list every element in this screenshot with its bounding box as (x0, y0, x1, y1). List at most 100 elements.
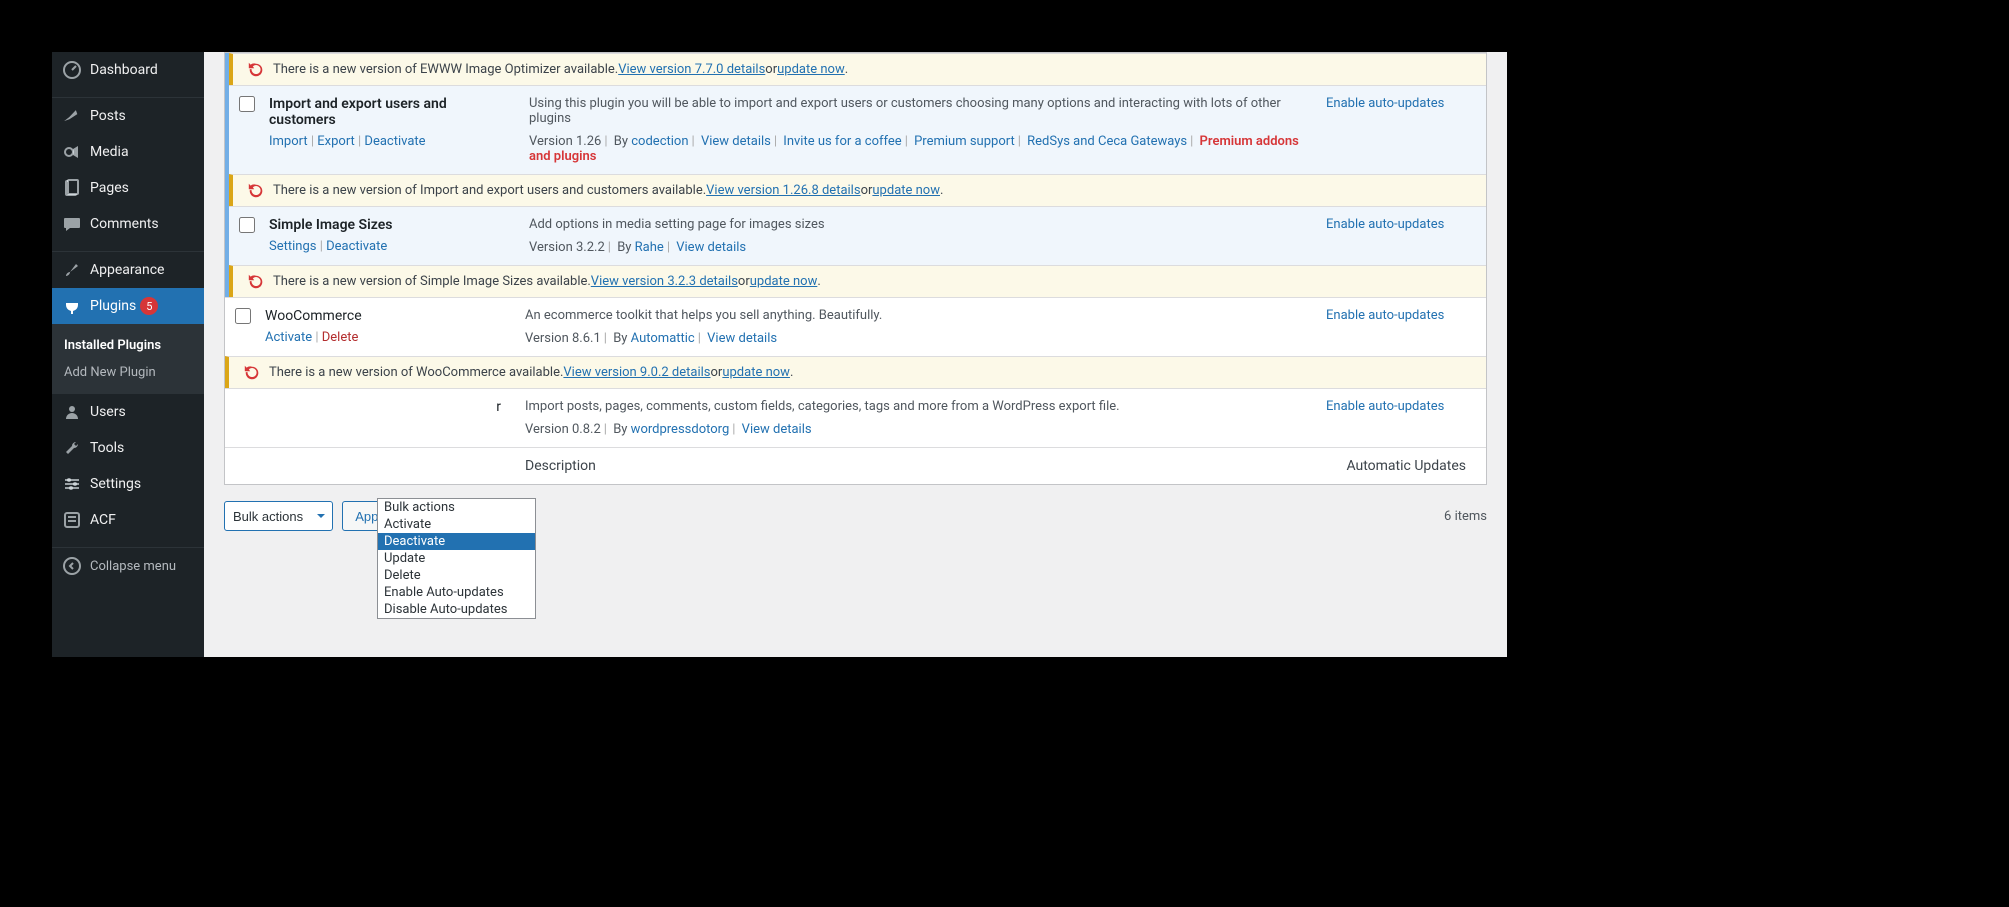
sidebar-item-appearance[interactable]: Appearance (52, 252, 204, 288)
sidebar-label: Users (90, 404, 126, 420)
plugin-link[interactable]: RedSys and Ceca Gateways (1027, 134, 1187, 149)
plugin-row-group: Simple Image Sizes Settings | Deactivate… (225, 206, 1486, 297)
plugin-action-delete[interactable]: Delete (322, 330, 359, 345)
sidebar-item-plugins[interactable]: Plugins 5 (52, 288, 204, 324)
sidebar-label: Tools (90, 440, 124, 456)
plugin-row: r Import posts, pages, comments, custom … (225, 388, 1486, 447)
plugin-checkbox[interactable] (239, 96, 255, 112)
column-auto-updates: Automatic Updates (1316, 448, 1486, 484)
plugin-action-deactivate[interactable]: Deactivate (326, 239, 387, 254)
comment-icon (62, 214, 82, 234)
update-or: or (711, 365, 723, 380)
page-icon (62, 178, 82, 198)
items-count: 6 items (1444, 509, 1487, 524)
sidebar-item-dashboard[interactable]: Dashboard (52, 52, 204, 88)
bulk-actions-select[interactable]: Bulk actions (224, 501, 333, 531)
submenu-add-new-plugin[interactable]: Add New Plugin (52, 359, 204, 386)
update-version-link[interactable]: View version 9.0.2 details (563, 365, 710, 380)
pin-icon (62, 106, 82, 126)
plugin-action-settings[interactable]: Settings (269, 239, 316, 254)
plugin-link[interactable]: View details (707, 331, 777, 346)
sidebar-collapse[interactable]: Collapse menu (52, 548, 204, 584)
update-notice: There is a new version of EWWW Image Opt… (229, 53, 1486, 85)
plugin-row: Import and export users and customers Im… (229, 85, 1486, 174)
sidebar-label: Pages (90, 180, 129, 196)
plugin-author[interactable]: codection (631, 134, 688, 149)
dropdown-option[interactable]: Enable Auto-updates (378, 584, 535, 601)
plugin-row-group: Import and export users and customers Im… (225, 85, 1486, 206)
plugin-link[interactable]: Premium support (914, 134, 1015, 149)
sidebar-label: Dashboard (90, 62, 158, 78)
dropdown-option[interactable]: Activate (378, 516, 535, 533)
plugin-checkbox[interactable] (235, 308, 251, 324)
dropdown-option[interactable]: Disable Auto-updates (378, 601, 535, 618)
update-text: There is a new version of Simple Image S… (273, 274, 591, 289)
dashboard-icon (62, 60, 82, 80)
plugin-row-group: r Import posts, pages, comments, custom … (225, 388, 1486, 447)
update-now-link[interactable]: update now (722, 365, 790, 380)
update-now-link[interactable]: update now (777, 62, 845, 77)
plugin-author[interactable]: Automattic (631, 331, 695, 346)
update-now-link[interactable]: update now (750, 274, 818, 289)
plugin-author[interactable]: wordpressdotorg (631, 422, 730, 437)
user-icon (62, 402, 82, 422)
sidebar-label: ACF (90, 512, 116, 528)
plugin-name: Import and export users and customers (269, 96, 509, 128)
plugin-action-export[interactable]: Export (317, 134, 355, 149)
update-version-link[interactable]: View version 3.2.3 details (591, 274, 738, 289)
submenu-installed-plugins[interactable]: Installed Plugins (52, 332, 204, 359)
plugin-action-activate[interactable]: Activate (265, 330, 312, 345)
column-description: Description (515, 448, 1316, 484)
plugin-link[interactable]: View details (701, 134, 771, 149)
by-label: By (614, 134, 631, 149)
dropdown-option[interactable]: Bulk actions (378, 499, 535, 516)
enable-auto-updates[interactable]: Enable auto-updates (1326, 217, 1444, 232)
plugin-description: Add options in media setting page for im… (529, 217, 1306, 232)
update-text: There is a new version of Import and exp… (273, 183, 706, 198)
update-now-link[interactable]: update now (872, 183, 940, 198)
plugin-row-group: There is a new version of EWWW Image Opt… (225, 53, 1486, 85)
sidebar-item-posts[interactable]: Posts (52, 98, 204, 134)
sidebar-item-settings[interactable]: Settings (52, 466, 204, 502)
main-content: There is a new version of EWWW Image Opt… (204, 52, 1507, 657)
bulk-actions-dropdown[interactable]: Bulk actions Activate Deactivate Update … (377, 498, 536, 619)
plugin-link[interactable]: View details (742, 422, 812, 437)
enable-auto-updates[interactable]: Enable auto-updates (1326, 308, 1444, 323)
sidebar-label: Comments (90, 216, 159, 232)
dropdown-option[interactable]: Delete (378, 567, 535, 584)
plugin-action-deactivate[interactable]: Deactivate (364, 134, 425, 149)
dropdown-option[interactable]: Update (378, 550, 535, 567)
update-version-link[interactable]: View version 7.7.0 details (618, 62, 765, 77)
plugin-author[interactable]: Rahe (635, 240, 664, 255)
sidebar-item-comments[interactable]: Comments (52, 206, 204, 242)
sidebar-item-tools[interactable]: Tools (52, 430, 204, 466)
sidebar-item-media[interactable]: Media (52, 134, 204, 170)
plugin-action-import[interactable]: Import (269, 134, 308, 149)
update-icon (247, 273, 265, 291)
update-version-link[interactable]: View version 1.26.8 details (706, 183, 860, 198)
update-text: There is a new version of EWWW Image Opt… (273, 62, 618, 77)
plugin-description: Import posts, pages, comments, custom fi… (525, 399, 1306, 414)
enable-auto-updates[interactable]: Enable auto-updates (1326, 399, 1444, 414)
brush-icon (62, 260, 82, 280)
plugin-row: Simple Image Sizes Settings | Deactivate… (229, 206, 1486, 265)
plugin-link[interactable]: View details (676, 240, 746, 255)
sidebar-label: Settings (90, 476, 141, 492)
dropdown-option[interactable]: Deactivate (378, 533, 535, 550)
enable-auto-updates[interactable]: Enable auto-updates (1326, 96, 1444, 111)
settings-icon (62, 474, 82, 494)
sidebar-item-pages[interactable]: Pages (52, 170, 204, 206)
plugin-version: Version 3.2.2 (529, 240, 605, 255)
plugin-checkbox[interactable] (239, 217, 255, 233)
table-footer-header: Description Automatic Updates (225, 447, 1486, 484)
update-or: or (765, 62, 777, 77)
plugin-link[interactable]: Invite us for a coffee (783, 134, 901, 149)
plugin-name: WooCommerce (265, 308, 505, 324)
sidebar-item-users[interactable]: Users (52, 394, 204, 430)
plugin-name: Simple Image Sizes (269, 217, 509, 233)
sidebar-label: Collapse menu (90, 559, 176, 574)
by-label: By (617, 240, 634, 255)
plugins-table: There is a new version of EWWW Image Opt… (224, 52, 1487, 485)
sidebar-item-acf[interactable]: ACF (52, 502, 204, 538)
update-notice: There is a new version of Simple Image S… (229, 265, 1486, 297)
